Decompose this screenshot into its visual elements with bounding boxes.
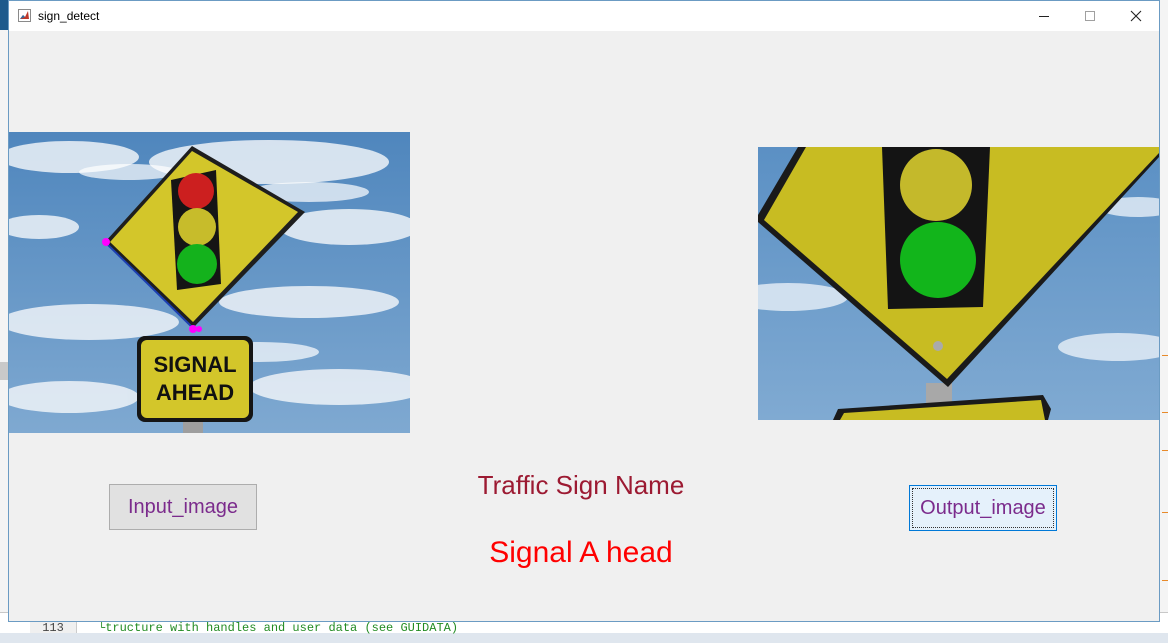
matlab-figure-icon [18,9,31,22]
background-marker [1162,412,1168,413]
minimize-icon [1039,16,1049,17]
figure-window: sign_detect SIGNAL AHEAD Input_image Out… [8,0,1160,622]
output-image-axes [758,147,1159,420]
close-button[interactable] [1113,1,1159,31]
output-sign-image [758,147,1159,420]
traffic-sign-name-label: Traffic Sign Name [477,470,685,500]
window-title: sign_detect [38,9,100,23]
background-marker [1162,355,1168,356]
maximize-icon [1085,11,1095,21]
close-icon [1130,10,1142,22]
output-image-button[interactable]: Output_image [909,485,1057,531]
input-image-button[interactable]: Input_image [109,484,257,530]
minimize-button[interactable] [1021,1,1067,31]
maximize-button[interactable] [1067,1,1113,31]
input-sign-image: SIGNAL AHEAD [9,132,410,433]
background-marker [1162,512,1168,513]
sign-text-ahead: AHEAD [156,380,234,405]
sign-text-signal: SIGNAL [153,352,236,377]
background-marker [1162,450,1168,451]
sign-result-text: Signal A head [489,536,673,569]
title-bar[interactable]: sign_detect [9,1,1159,31]
input-image-axes: SIGNAL AHEAD [9,132,410,433]
background-marker [1162,580,1168,581]
